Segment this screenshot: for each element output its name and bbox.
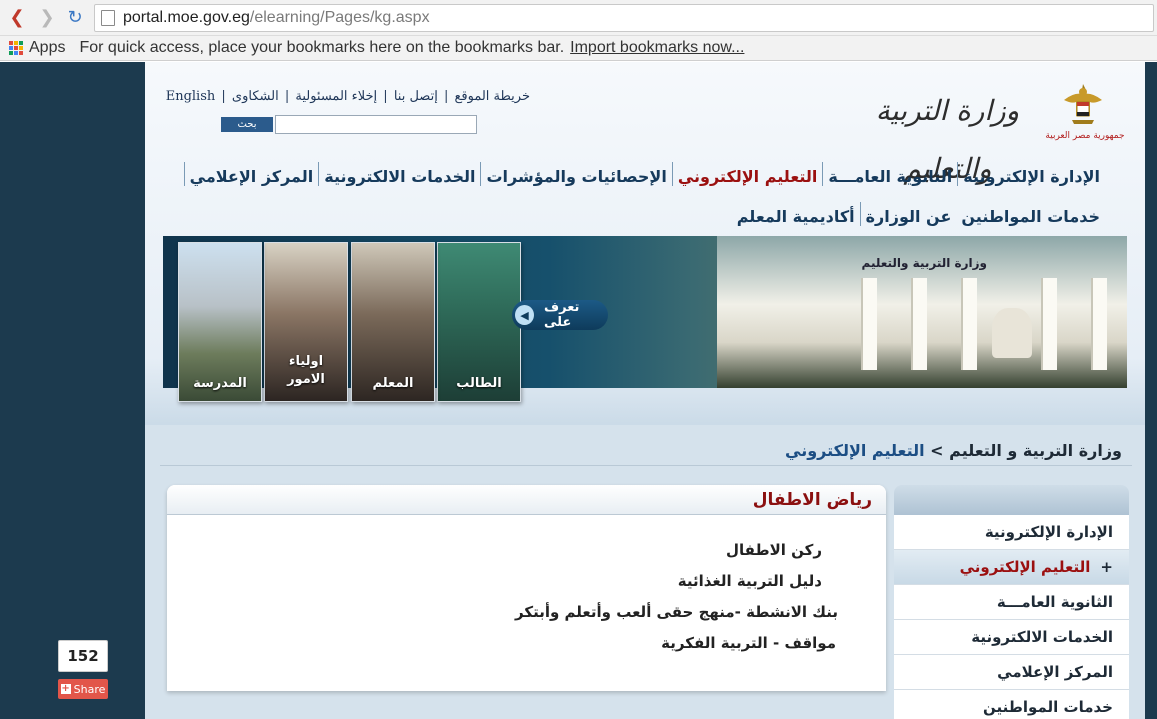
side-item-elearning-label: التعليم الإلكتروني — [959, 558, 1091, 576]
building-column — [961, 278, 977, 370]
know-about-label: تعرف على — [544, 300, 580, 330]
side-menu-header — [894, 485, 1129, 515]
top-link-complaints[interactable]: الشكاوى — [232, 89, 279, 104]
top-link-contact[interactable]: إتصل بنا — [394, 89, 438, 104]
building-sign: وزارة التربية والتعليم — [861, 256, 987, 270]
panel-link-intellectual-education[interactable]: مواقف - التربية الفكرية — [515, 628, 836, 659]
panel-title: رياض الاطفال — [167, 485, 886, 515]
browser-toolbar: ❮ ❯ ↻ portal.moe.gov.eg/elearning/Pages/… — [0, 0, 1157, 36]
back-arrow-icon[interactable]: ❮ — [6, 6, 28, 28]
panel-link-kids-corner[interactable]: ركن الاطفال — [515, 535, 822, 566]
building-column — [861, 278, 877, 370]
eagle-emblem-icon — [1064, 84, 1102, 124]
content-panel: رياض الاطفال ركن الاطفال دليل التربية ال… — [167, 485, 886, 691]
share-button[interactable]: + Share — [58, 679, 108, 699]
panel-link-list: ركن الاطفال دليل التربية الغذائية بنك ال… — [515, 535, 838, 659]
bookmarks-message: For quick access, place your bookmarks h… — [79, 39, 565, 56]
know-about-button[interactable]: ◀ تعرف على — [512, 300, 608, 330]
reload-icon[interactable]: ↻ — [64, 6, 86, 28]
search-button[interactable]: بحث — [221, 117, 273, 132]
address-bar[interactable]: portal.moe.gov.eg/elearning/Pages/kg.asp… — [94, 4, 1154, 32]
banner-card-parents-label: اولياء الامور — [287, 354, 325, 387]
banner-card-student-label: الطالب — [456, 376, 502, 391]
statue-bust — [992, 308, 1032, 358]
nav-elearning[interactable]: التعليم الإلكتروني — [671, 162, 823, 186]
banner-card-school[interactable]: المدرسة — [178, 242, 262, 402]
apps-grid-icon[interactable] — [9, 41, 23, 55]
forward-arrow-icon[interactable]: ❯ — [36, 6, 58, 28]
bookmarks-bar: Apps For quick access, place your bookma… — [0, 36, 1157, 61]
import-bookmarks-link[interactable]: Import bookmarks now... — [570, 39, 744, 57]
ministry-building-image: وزارة التربية والتعليم — [717, 236, 1127, 388]
breadcrumb-divider — [160, 465, 1132, 466]
panel-link-activity-bank[interactable]: بنك الانشطة -منهج حقى ألعب وأتعلم وأبتكر — [515, 597, 838, 628]
apps-button[interactable]: Apps — [29, 39, 65, 57]
plus-icon: + — [60, 683, 71, 694]
nav-secondary[interactable]: الثانوية العامـــة — [822, 162, 957, 186]
page-icon — [101, 10, 115, 26]
share-label: Share — [73, 682, 106, 696]
building-column — [911, 278, 927, 370]
share-count: 152 — [58, 640, 108, 672]
emblem-caption: جمهورية مصر العربية — [1045, 131, 1125, 141]
nav-teacher-academy[interactable]: أكاديمية المعلم — [732, 202, 860, 226]
nav-citizen-services[interactable]: خدمات المواطنين — [956, 202, 1105, 226]
banner-card-teacher-label: المعلم — [372, 376, 414, 391]
nav-e-administration[interactable]: الإدارة الإلكترونية — [957, 162, 1105, 186]
side-menu: الإدارة الإلكترونية +التعليم الإلكتروني … — [894, 485, 1129, 719]
breadcrumb-root[interactable]: وزارة التربية و التعليم — [949, 441, 1122, 460]
expand-plus-icon[interactable]: + — [1100, 558, 1113, 576]
breadcrumb: وزارة التربية و التعليم > التعليم الإلكت… — [785, 441, 1122, 460]
banner-card-parents[interactable]: اولياء الامور — [264, 242, 348, 402]
nav-statistics[interactable]: الإحصائيات والمؤشرات — [480, 162, 671, 186]
top-link-english[interactable]: English — [166, 89, 216, 104]
nav-e-services[interactable]: الخدمات الالكترونية — [318, 162, 480, 186]
play-arrow-icon: ◀ — [515, 305, 535, 325]
header-top-links: خريطة الموقع | إتصل بنا | إخلاء المسئولي… — [165, 89, 530, 104]
url-host: portal.moe.gov.eg — [123, 9, 250, 26]
side-item-e-administration[interactable]: الإدارة الإلكترونية — [894, 515, 1129, 550]
nav-about-ministry[interactable]: عن الوزارة — [859, 202, 957, 226]
side-item-e-services[interactable]: الخدمات الالكترونية — [894, 620, 1129, 655]
banner-card-teacher[interactable]: المعلم — [351, 242, 435, 402]
side-item-secondary[interactable]: الثانوية العامـــة — [894, 585, 1129, 620]
banner-card-student[interactable]: الطالب — [437, 242, 521, 402]
top-link-sitemap[interactable]: خريطة الموقع — [454, 89, 530, 104]
side-item-elearning[interactable]: + التعليم الإلكتروني — [894, 550, 1129, 585]
ministry-logo[interactable]: وزارة التربية والتعليم — [870, 82, 1025, 185]
banner-card-school-label: المدرسة — [193, 376, 247, 391]
breadcrumb-separator: > — [930, 441, 944, 460]
panel-link-nutrition-guide[interactable]: دليل التربية الغذائية — [515, 566, 822, 597]
top-link-disclaimer[interactable]: إخلاء المسئولية — [295, 89, 377, 104]
side-item-citizen-services[interactable]: خدمات المواطنين — [894, 690, 1129, 719]
main-nav: الإدارة الإلكترونية الثانوية العامـــة ا… — [145, 158, 1105, 238]
building-column — [1091, 278, 1107, 370]
side-item-media-center[interactable]: المركز الإعلامي — [894, 655, 1129, 690]
nav-media-center[interactable]: المركز الإعلامي — [183, 162, 319, 186]
url-path: /elearning/Pages/kg.aspx — [249, 9, 430, 26]
search-input[interactable] — [275, 115, 477, 134]
building-column — [1041, 278, 1057, 370]
breadcrumb-current[interactable]: التعليم الإلكتروني — [785, 441, 925, 460]
